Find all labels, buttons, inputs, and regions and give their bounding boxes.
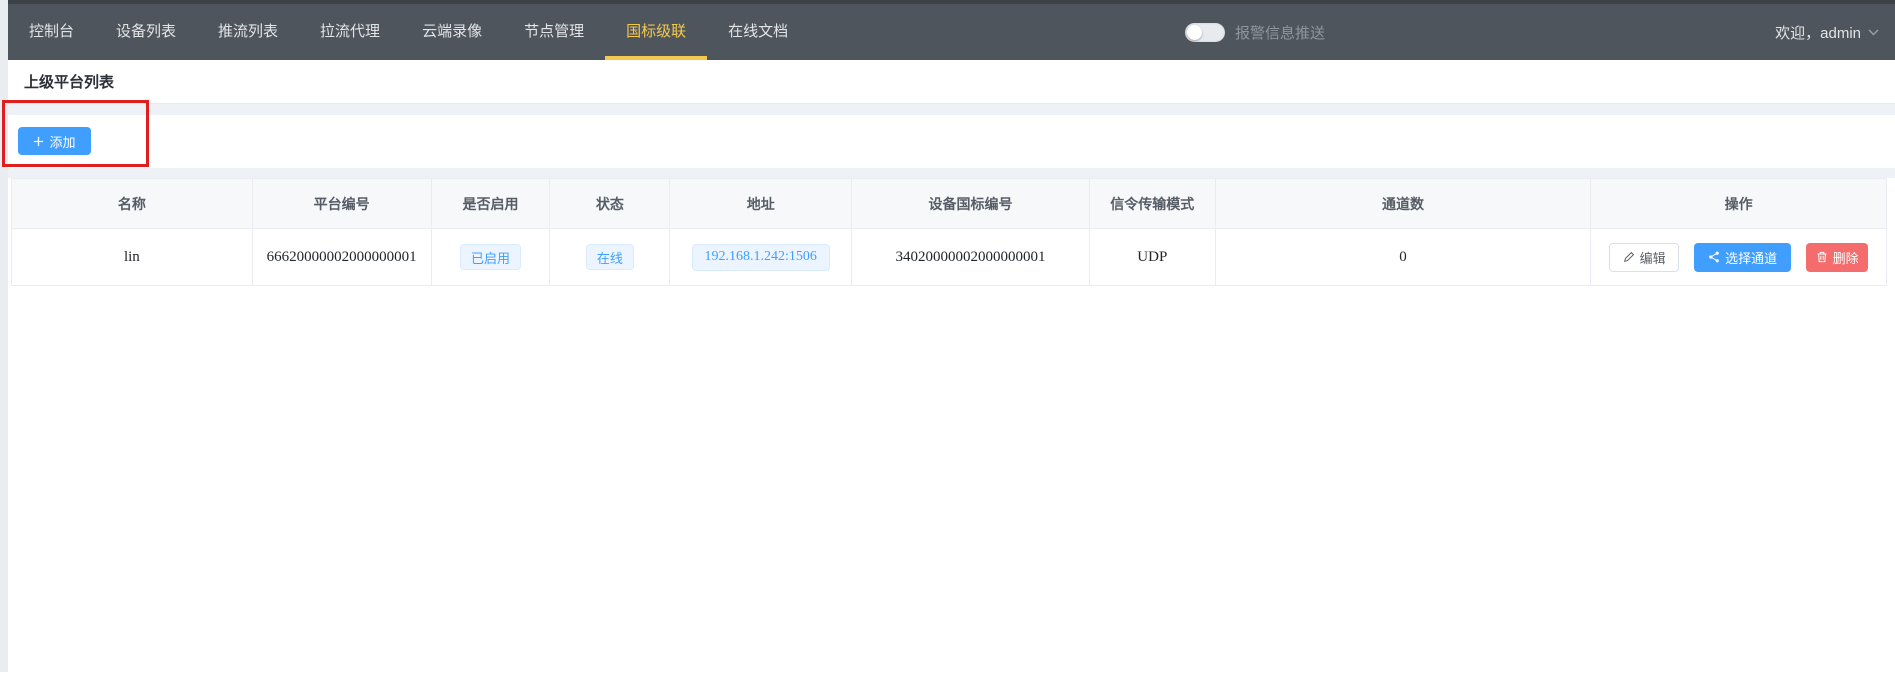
upper-platform-table: 名称 平台编号 是否启用 状态 地址 设备国标编号 信令传输模式 通道数 操作 … <box>11 178 1887 286</box>
select-channel-button[interactable]: 选择通道 <box>1694 243 1791 272</box>
page-title-bar: 上级平台列表 <box>8 60 1895 104</box>
background-gap <box>8 104 1895 115</box>
edit-pen-icon <box>1623 251 1635 263</box>
cell-address: 192.168.1.242:1506 <box>670 229 852 286</box>
col-header-channel-count: 通道数 <box>1216 179 1592 229</box>
enabled-badge: 已启用 <box>460 244 521 270</box>
alarm-push-toggle[interactable] <box>1185 23 1225 42</box>
toggle-knob <box>1187 25 1202 40</box>
add-button-label: 添加 <box>49 132 75 151</box>
nav-item-device-list[interactable]: 设备列表 <box>95 4 197 60</box>
table-row: lin 66620000002000000001 已启用 在线 192.168.… <box>12 229 1886 286</box>
page-left-gutter <box>0 0 8 672</box>
col-header-status: 状态 <box>550 179 670 229</box>
platform-table-card: 名称 平台编号 是否启用 状态 地址 设备国标编号 信令传输模式 通道数 操作 … <box>8 178 1895 679</box>
add-button[interactable]: 添加 <box>18 127 91 155</box>
cell-device-gb-id: 34020000002000000001 <box>852 229 1090 286</box>
col-header-signal-transport: 信令传输模式 <box>1090 179 1216 229</box>
toolbar: 添加 <box>8 115 1895 168</box>
col-header-name: 名称 <box>12 179 253 229</box>
col-header-device-gb-id: 设备国标编号 <box>852 179 1090 229</box>
nav-menu: 控制台 设备列表 推流列表 拉流代理 云端录像 节点管理 国标级联 在线文档 <box>8 4 1895 60</box>
nav-item-node-management[interactable]: 节点管理 <box>503 4 605 60</box>
cell-enabled: 已启用 <box>432 229 551 286</box>
edit-button-label: 编辑 <box>1640 248 1666 267</box>
plus-icon <box>33 136 44 147</box>
welcome-text: 欢迎，admin <box>1775 22 1861 43</box>
select-channel-button-label: 选择通道 <box>1725 248 1777 267</box>
address-badge: 192.168.1.242:1506 <box>692 244 830 271</box>
edit-button[interactable]: 编辑 <box>1609 243 1679 272</box>
row-actions: 编辑 选择通道 <box>1591 243 1886 272</box>
app-root: 控制台 设备列表 推流列表 拉流代理 云端录像 节点管理 国标级联 在线文档 报… <box>0 0 1895 679</box>
table-header-row: 名称 平台编号 是否启用 状态 地址 设备国标编号 信令传输模式 通道数 操作 <box>12 179 1886 229</box>
cell-actions: 编辑 选择通道 <box>1591 229 1886 286</box>
nav-item-gb-cascade-active[interactable]: 国标级联 <box>605 4 707 60</box>
cell-platform-id: 66620000002000000001 <box>253 229 432 286</box>
nav-item-cloud-recording[interactable]: 云端录像 <box>401 4 503 60</box>
background-gap <box>8 168 1895 178</box>
cell-name: lin <box>12 229 253 286</box>
col-header-actions: 操作 <box>1591 179 1886 229</box>
cell-channel-count: 0 <box>1216 229 1592 286</box>
nav-item-push-stream-list[interactable]: 推流列表 <box>197 4 299 60</box>
status-badge: 在线 <box>586 244 634 270</box>
delete-button-label: 删除 <box>1833 248 1859 267</box>
col-header-platform-id: 平台编号 <box>253 179 432 229</box>
col-header-address: 地址 <box>670 179 852 229</box>
trash-icon <box>1816 251 1828 263</box>
col-header-enabled: 是否启用 <box>432 179 551 229</box>
cell-status: 在线 <box>550 229 670 286</box>
nav-item-console[interactable]: 控制台 <box>8 4 95 60</box>
delete-button[interactable]: 删除 <box>1806 243 1868 272</box>
nav-item-pull-stream-proxy[interactable]: 拉流代理 <box>299 4 401 60</box>
alarm-push-toggle-label: 报警信息推送 <box>1235 22 1325 43</box>
top-navbar: 控制台 设备列表 推流列表 拉流代理 云端录像 节点管理 国标级联 在线文档 报… <box>8 0 1895 60</box>
chevron-down-icon <box>1868 29 1879 36</box>
nav-item-online-docs[interactable]: 在线文档 <box>707 4 809 60</box>
cell-signal-transport: UDP <box>1090 229 1216 286</box>
page-title: 上级平台列表 <box>24 71 114 92</box>
alarm-push-toggle-group: 报警信息推送 <box>1185 4 1325 60</box>
share-icon <box>1708 251 1720 263</box>
user-menu[interactable]: 欢迎，admin <box>1775 4 1879 60</box>
